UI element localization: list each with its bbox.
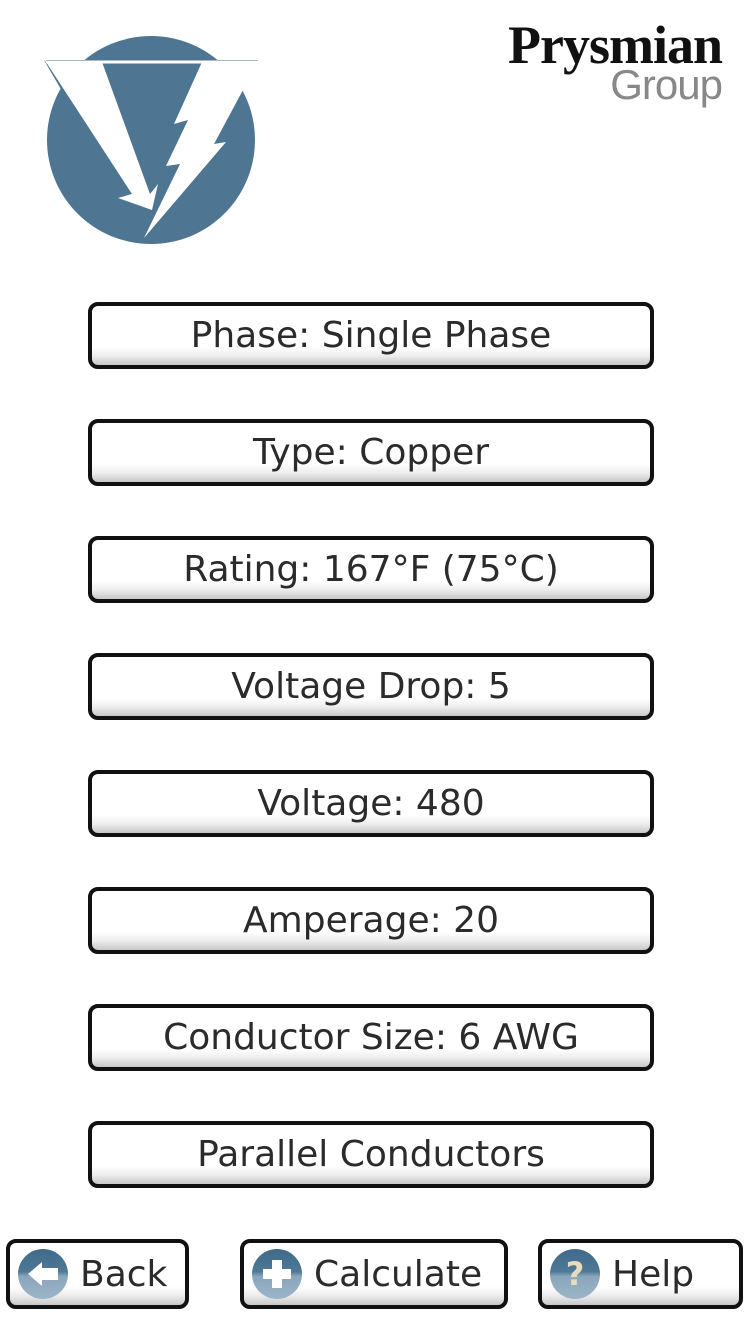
type-option-button[interactable]: Type: Copper: [88, 419, 654, 486]
voltage-drop-option-button[interactable]: Voltage Drop: 5: [88, 653, 654, 720]
question-icon: ?: [550, 1249, 600, 1299]
calculate-button[interactable]: Calculate: [240, 1239, 508, 1309]
arrow-left-icon: [18, 1249, 68, 1299]
conductor-size-option-button[interactable]: Conductor Size: 6 AWG: [88, 1004, 654, 1071]
help-button[interactable]: ? Help: [538, 1239, 743, 1309]
phase-option-button[interactable]: Phase: Single Phase: [88, 302, 654, 369]
back-label: Back: [80, 1253, 168, 1295]
help-label: Help: [612, 1253, 695, 1295]
back-button[interactable]: Back: [6, 1239, 189, 1309]
voltage-option-button[interactable]: Voltage: 480: [88, 770, 654, 837]
rating-option-button[interactable]: Rating: 167°F (75°C): [88, 536, 654, 603]
calculate-label: Calculate: [314, 1253, 483, 1295]
company-brand: Prysmian Group: [508, 18, 723, 106]
amperage-option-button[interactable]: Amperage: 20: [88, 887, 654, 954]
parallel-conductors-button[interactable]: Parallel Conductors: [88, 1121, 654, 1188]
plus-icon: [252, 1249, 302, 1299]
app-logo: [40, 34, 262, 244]
